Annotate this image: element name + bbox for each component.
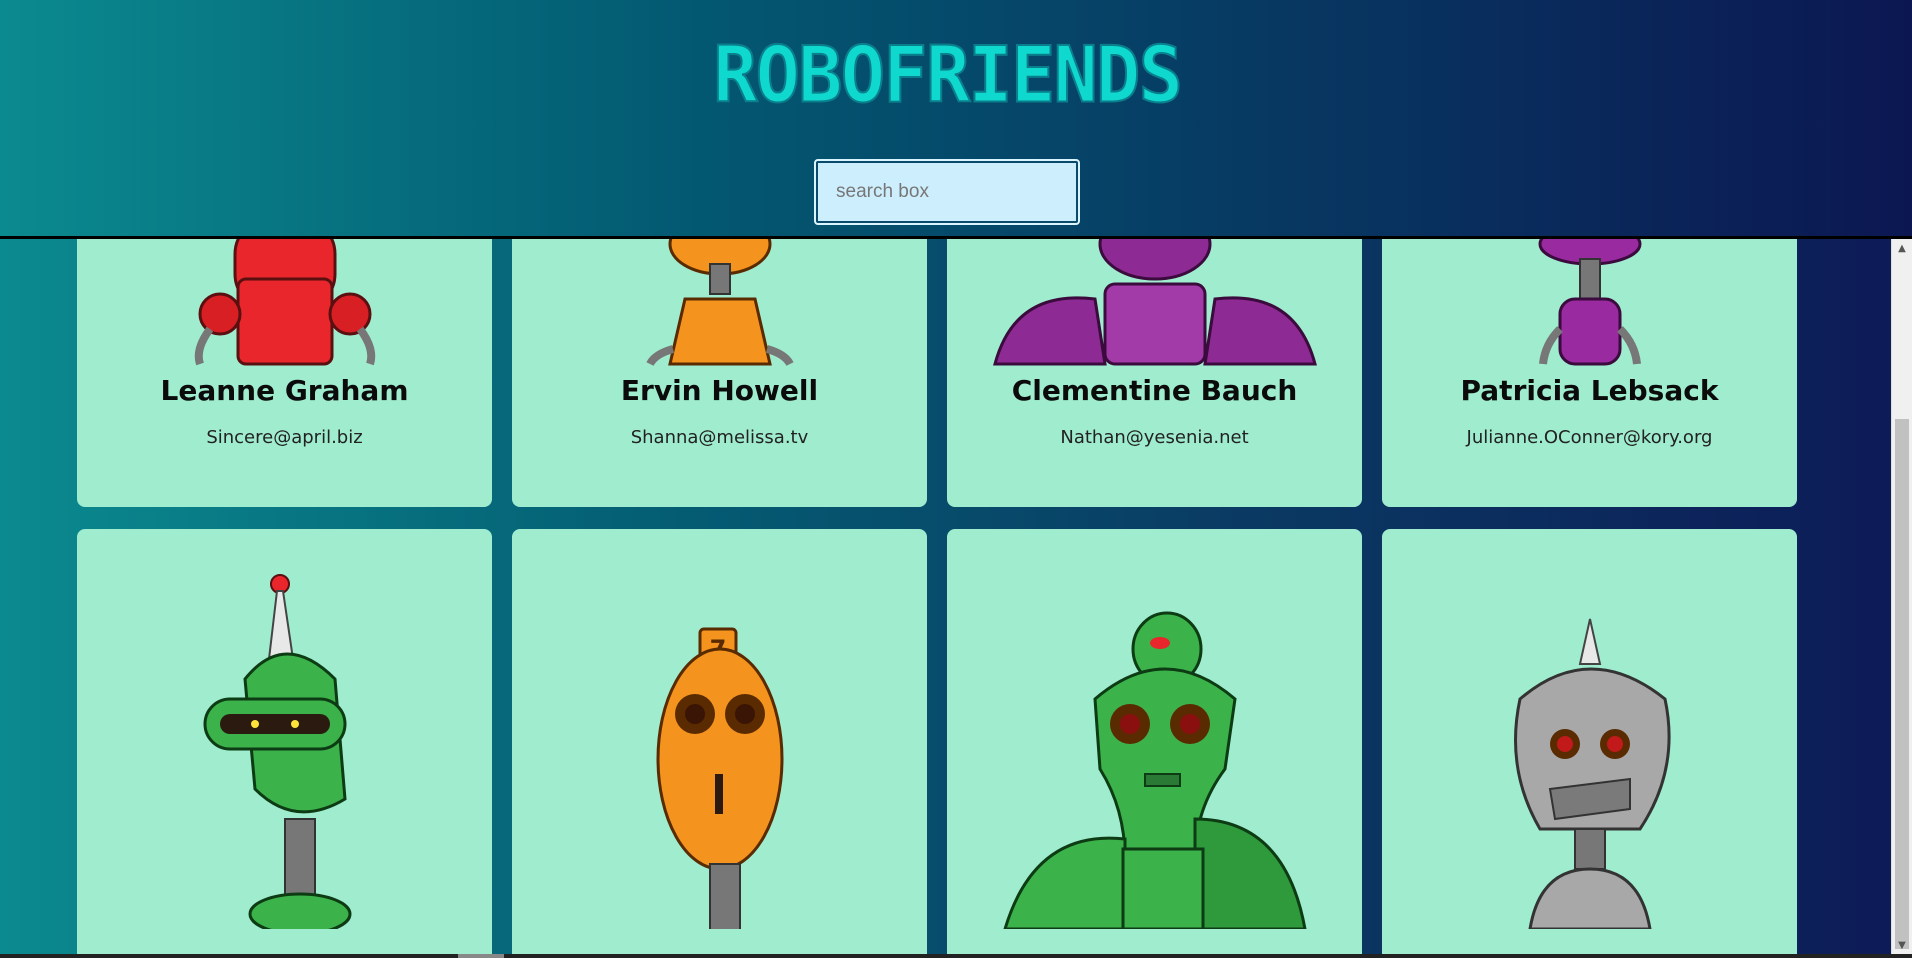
horizontal-scrollbar[interactable] — [0, 954, 1912, 958]
robot-name: Leanne Graham — [160, 374, 409, 407]
robot-image — [1002, 611, 1307, 929]
robot-name: Clementine Bauch — [1011, 374, 1298, 407]
robot-image — [194, 239, 375, 366]
robot-card[interactable]: Clementine Bauch Nathan@yesenia.net — [947, 239, 1362, 507]
robot-card[interactable]: Ervin Howell Shanna@melissa.tv — [512, 239, 927, 507]
robot-image — [1538, 239, 1641, 366]
scroll-down-arrow-icon[interactable]: ▼ — [1892, 940, 1912, 951]
robot-image — [645, 239, 794, 367]
robot-card[interactable] — [947, 529, 1362, 955]
horizontal-scroll-thumb[interactable] — [458, 954, 504, 958]
robot-email: Julianne.OConner@kory.org — [1466, 427, 1713, 448]
page-header: ROBOFRIENDS — [0, 0, 1912, 239]
robot-image: 7 — [656, 627, 783, 929]
search-input[interactable] — [814, 159, 1080, 225]
scroll-thumb[interactable] — [1895, 419, 1909, 949]
robot-image — [992, 239, 1317, 366]
app-title: ROBOFRIENDS — [712, 29, 1184, 121]
robot-card[interactable] — [1382, 529, 1797, 955]
vertical-scrollbar[interactable]: ▲ ▼ — [1891, 239, 1912, 955]
robot-card[interactable]: Leanne Graham Sincere@april.biz — [77, 239, 492, 507]
robot-email: Sincere@april.biz — [206, 427, 363, 448]
robot-email: Shanna@melissa.tv — [630, 427, 809, 448]
robot-card[interactable] — [77, 529, 492, 955]
robot-name: Patricia Lebsack — [1460, 374, 1719, 407]
card-list: Leanne Graham Sincere@april.biz Ervin Ho… — [0, 239, 1874, 955]
robot-email: Nathan@yesenia.net — [1060, 427, 1249, 448]
robot-image — [203, 574, 351, 929]
robot-card[interactable]: Patricia Lebsack Julianne.OConner@kory.o… — [1382, 239, 1797, 507]
robot-image — [1513, 618, 1671, 929]
scroll-up-arrow-icon[interactable]: ▲ — [1892, 243, 1912, 254]
robot-card[interactable]: 7 — [512, 529, 927, 955]
robot-name: Ervin Howell — [620, 374, 819, 407]
